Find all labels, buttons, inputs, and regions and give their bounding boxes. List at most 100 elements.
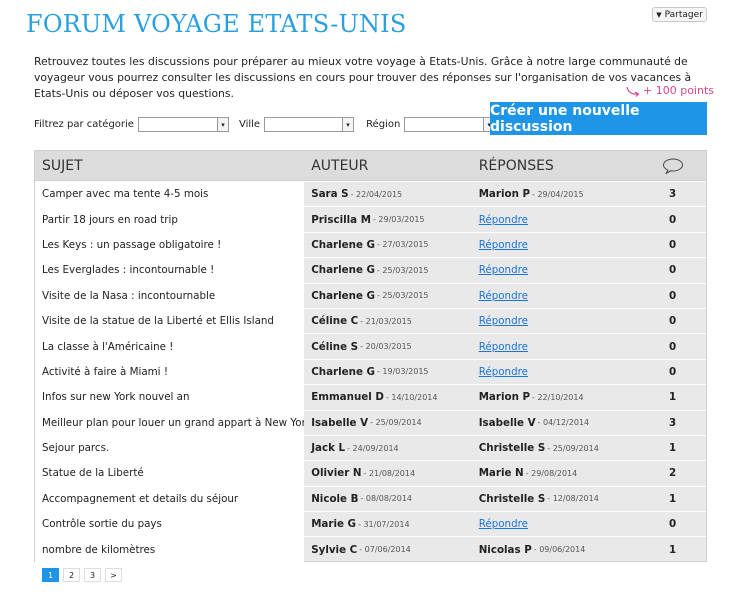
reply-link[interactable]: Répondre <box>479 366 528 378</box>
topic-subject[interactable]: Contrôle sortie du pays <box>35 512 305 537</box>
reply-count: 0 <box>669 365 677 378</box>
create-discussion-button[interactable]: Créer une nouvelle discussion <box>490 102 707 135</box>
reply-author[interactable]: Christelle S <box>479 442 546 454</box>
replies-cell: Isabelle V- 04/12/2014 <box>472 411 640 435</box>
table-row[interactable]: Les Keys : un passage obligatoire ! Charl… <box>35 231 706 258</box>
topic-subject[interactable]: Les Keys : un passage obligatoire ! <box>35 232 305 258</box>
reply-date: - 22/10/2014 <box>532 392 584 402</box>
table-row[interactable]: Visite de la Nasa : incontournable Charle… <box>35 282 706 308</box>
table-row[interactable]: Infos sur new York nouvel an Emmanuel D - … <box>35 384 706 410</box>
topic-subject[interactable]: Visite de la Nasa : incontournable <box>35 283 305 308</box>
author-name[interactable]: Charlene G <box>311 290 375 302</box>
table-row[interactable]: Statue de la Liberté Olivier N- 21/08/201… <box>35 460 706 486</box>
replies-cell: Répondre <box>472 334 640 358</box>
header-subject[interactable]: SUJET <box>35 151 304 180</box>
reply-count: 0 <box>669 289 677 302</box>
reply-count: 1 <box>669 543 677 556</box>
reply-date: - 25/09/2014 <box>547 443 599 453</box>
table-row[interactable]: Meilleur plan pour louer un grand appart… <box>35 409 706 435</box>
author-name[interactable]: Charlene G <box>311 239 375 251</box>
reply-link[interactable]: Répondre <box>479 264 528 276</box>
table-row[interactable]: Activité à faire à Miami ! Charlene G- 19… <box>35 358 706 385</box>
reply-author[interactable]: Marion P <box>479 391 530 403</box>
topic-subject[interactable]: Sejour parcs. <box>35 435 305 461</box>
author-name[interactable]: Céline C <box>311 315 358 327</box>
author-name[interactable]: Jack L <box>311 442 345 454</box>
page-title: FORUM VOYAGE ETATS-UNIS <box>26 10 407 38</box>
author-cell: Charlene G- 25/03/2015 <box>304 258 472 282</box>
page-button[interactable]: 1 <box>42 568 59 582</box>
region-select[interactable]: ▾ <box>404 117 496 132</box>
topic-subject[interactable]: Statue de la Liberté <box>35 461 305 486</box>
author-cell: Olivier N- 21/08/2014 <box>304 461 472 485</box>
reply-count: 3 <box>669 416 677 429</box>
author-date: - 27/03/2015 <box>376 240 429 250</box>
author-name[interactable]: Céline S <box>311 341 358 353</box>
reply-author[interactable]: Isabelle V <box>479 417 536 429</box>
table-row[interactable]: La classe à l'Américaine ! Céline S- 20/0… <box>35 333 706 359</box>
table-row[interactable]: Les Everglades : incontournable ! Charlen… <box>35 257 706 283</box>
author-name[interactable]: Sara S <box>311 188 348 200</box>
reply-date: - 04/12/2014 <box>537 418 590 428</box>
table-row[interactable]: Sejour parcs. Jack L- 24/09/2014 Christell… <box>35 434 706 461</box>
table-row[interactable]: nombre de kilomètres Sylvie C- 07/06/2014… <box>35 536 706 562</box>
author-name[interactable]: Emmanuel D <box>311 391 384 403</box>
topic-subject[interactable]: Accompagnement et details du séjour <box>35 486 305 512</box>
author-name[interactable]: Charlene G <box>311 366 375 378</box>
topic-subject[interactable]: Camper avec ma tente 4-5 mois <box>35 182 305 207</box>
page-button[interactable]: 3 <box>84 568 101 582</box>
reply-link[interactable]: Répondre <box>479 239 528 251</box>
topic-subject[interactable]: nombre de kilomètres <box>35 537 305 562</box>
author-name[interactable]: Priscilla M <box>311 214 371 226</box>
reply-count: 0 <box>669 315 677 328</box>
topic-subject[interactable]: Activité à faire à Miami ! <box>35 359 305 385</box>
replies-cell: Christelle S- 12/08/2014 <box>472 487 640 511</box>
author-cell: Marie G- 31/07/2014 <box>304 512 472 536</box>
table-row[interactable]: Partir 18 jours en road trip Priscilla M-… <box>35 206 706 232</box>
reply-author[interactable]: Marie N <box>479 467 524 479</box>
region-filter-label: Région <box>366 119 401 130</box>
reply-link[interactable]: Répondre <box>479 290 528 302</box>
reply-link[interactable]: Répondre <box>479 518 528 530</box>
table-header: SUJET AUTEUR RÉPONSES <box>35 151 706 181</box>
header-reply-count[interactable] <box>639 151 706 180</box>
city-select[interactable]: ▾ <box>264 117 355 132</box>
page-button[interactable]: 2 <box>63 568 80 582</box>
discussion-table: SUJET AUTEUR RÉPONSES Camper avec ma ten… <box>34 150 707 562</box>
table-row[interactable]: Accompagnement et details du séjour Nicol… <box>35 485 706 512</box>
share-button[interactable]: ▼ Partager <box>652 7 707 22</box>
reply-author[interactable]: Nicolas P <box>479 544 532 556</box>
header-author[interactable]: AUTEUR <box>304 151 472 180</box>
author-name[interactable]: Marie G <box>311 518 356 530</box>
author-cell: Charlene G- 25/03/2015 <box>304 284 472 308</box>
points-badge: + 100 points <box>626 84 714 97</box>
reply-link[interactable]: Répondre <box>479 341 528 353</box>
next-page-button[interactable]: > <box>105 568 122 582</box>
table-row[interactable]: Camper avec ma tente 4-5 mois Sara S- 22/… <box>35 181 706 207</box>
category-select[interactable]: ▾ <box>137 117 229 132</box>
replies-cell: Répondre <box>472 207 640 231</box>
author-name[interactable]: Charlene G <box>311 264 375 276</box>
reply-link[interactable]: Répondre <box>479 214 528 226</box>
topic-subject[interactable]: Partir 18 jours en road trip <box>35 207 305 232</box>
topic-subject[interactable]: Infos sur new York nouvel an <box>35 385 305 410</box>
topic-subject[interactable]: Meilleur plan pour louer un grand appart… <box>35 410 305 435</box>
reply-author[interactable]: Christelle S <box>479 493 546 505</box>
reply-date: - 29/04/2015 <box>532 189 584 199</box>
author-name[interactable]: Olivier N <box>311 467 361 479</box>
author-cell: Jack L- 24/09/2014 <box>304 436 472 460</box>
author-name[interactable]: Nicole B <box>311 493 358 505</box>
author-name[interactable]: Isabelle V <box>311 417 368 429</box>
replies-cell: Répondre <box>472 309 640 333</box>
table-row[interactable]: Visite de la statue de la Liberté et Ell… <box>35 307 706 334</box>
author-date: - 07/06/2014 <box>359 545 411 555</box>
reply-link[interactable]: Répondre <box>479 315 528 327</box>
reply-author[interactable]: Marion P <box>479 188 530 200</box>
topic-subject[interactable]: La classe à l'Américaine ! <box>35 334 305 359</box>
author-name[interactable]: Sylvie C <box>311 544 357 556</box>
topic-subject[interactable]: Visite de la statue de la Liberté et Ell… <box>35 308 305 334</box>
table-row[interactable]: Contrôle sortie du pays Marie G- 31/07/20… <box>35 511 706 537</box>
topic-subject[interactable]: Les Everglades : incontournable ! <box>35 258 305 283</box>
header-replies[interactable]: RÉPONSES <box>472 151 640 180</box>
author-cell: Isabelle V- 25/09/2014 <box>304 411 472 435</box>
